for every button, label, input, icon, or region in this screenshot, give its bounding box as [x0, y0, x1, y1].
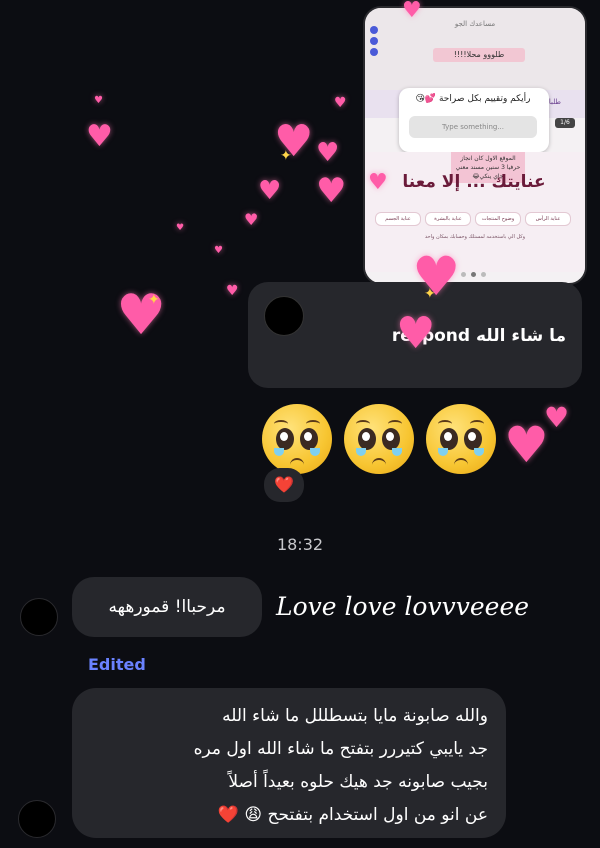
avatar[interactable] — [18, 800, 56, 838]
story-reply-text: ما شاء الله respond — [391, 326, 566, 346]
story-side-icons — [370, 26, 380, 62]
heart-icon: ♥ — [316, 171, 347, 211]
heart-icon: ♥ — [504, 416, 549, 474]
heart-icon: ♥ — [244, 210, 259, 229]
message-line: عن انو من اول استخدام بتفتحح 😩 ❤️ — [217, 805, 488, 825]
story-headline: عنايتك ... إلا معنا — [402, 172, 546, 192]
sparkle-icon: ✦ — [280, 148, 292, 164]
pleading-face-icon — [262, 404, 332, 474]
message-line: جد يايبي كتيررر بتفتح ما شاء الله اول مر… — [193, 739, 488, 759]
message-bubble[interactable]: مرحباا! قمورههه — [72, 577, 262, 637]
story-pill: عناية بالبشرة — [425, 212, 471, 226]
heart-icon: ♥ — [176, 223, 185, 233]
story-header-title: مساعدك الجو — [454, 20, 496, 28]
story-category-pills: عناية الجسم عناية بالبشرة وضوح المنتجات … — [375, 212, 571, 226]
heart-icon: ♥ — [396, 308, 436, 359]
story-answer-input: Type something... — [409, 116, 537, 138]
avatar[interactable] — [264, 296, 304, 336]
avatar[interactable] — [20, 598, 58, 636]
edited-label: Edited — [88, 655, 146, 674]
sparkle-icon: ✦ — [424, 286, 436, 302]
pleading-face-icon — [426, 404, 496, 474]
heart-icon: ♥ — [334, 95, 347, 111]
story-page-dots — [461, 272, 501, 278]
story-question-prompt: رأيكم وتقييم بكل صراحة 💕😘 — [415, 94, 531, 104]
message-line: بجيب صابونه جد هيك حلوه بعيداً أصلاً — [228, 772, 488, 792]
story-page-badge: 1/6 — [555, 118, 575, 128]
heart-icon: ♥ — [402, 0, 422, 23]
heart-icon: ♥ — [214, 245, 223, 256]
message-line: والله صابونة مايا بتسطللل ما شاء الله — [222, 706, 488, 726]
timestamp: 18:32 — [276, 535, 324, 554]
heart-icon: ♥ — [368, 170, 388, 195]
heart-icon: ♥ — [86, 119, 113, 154]
story-pill: وضوح المنتجات — [475, 212, 521, 226]
heart-icon: ♥ — [258, 176, 282, 206]
heart-icon: ♥ — [226, 283, 239, 299]
message-text: والله صابونة مايا بتسطللل ما شاء الله جد… — [86, 700, 488, 832]
story-footer-text: وكل الي باستخدمه لمستلك وحسابك بمكان واح… — [424, 234, 526, 240]
story-preview-card[interactable]: مساعدك الجو طلووو محلا!!!! طلبات رأيكم و… — [363, 6, 587, 285]
heart-icon: ♥ — [94, 95, 103, 106]
story-question-sticker: طلووو محلا!!!! — [433, 48, 525, 62]
story-pill: عناية الرأس — [525, 212, 571, 226]
heart-icon: ♥ — [316, 138, 340, 168]
heart-reaction-badge[interactable]: ❤️ — [264, 468, 304, 502]
heart-icon: ♥ — [412, 245, 461, 308]
overlay-text: Love love lovvveeee — [276, 592, 530, 621]
pleading-face-icon — [344, 404, 414, 474]
heart-icon: ♥ — [544, 401, 570, 434]
sparkle-icon: ✦ — [148, 292, 160, 308]
story-pill: عناية الجسم — [375, 212, 421, 226]
